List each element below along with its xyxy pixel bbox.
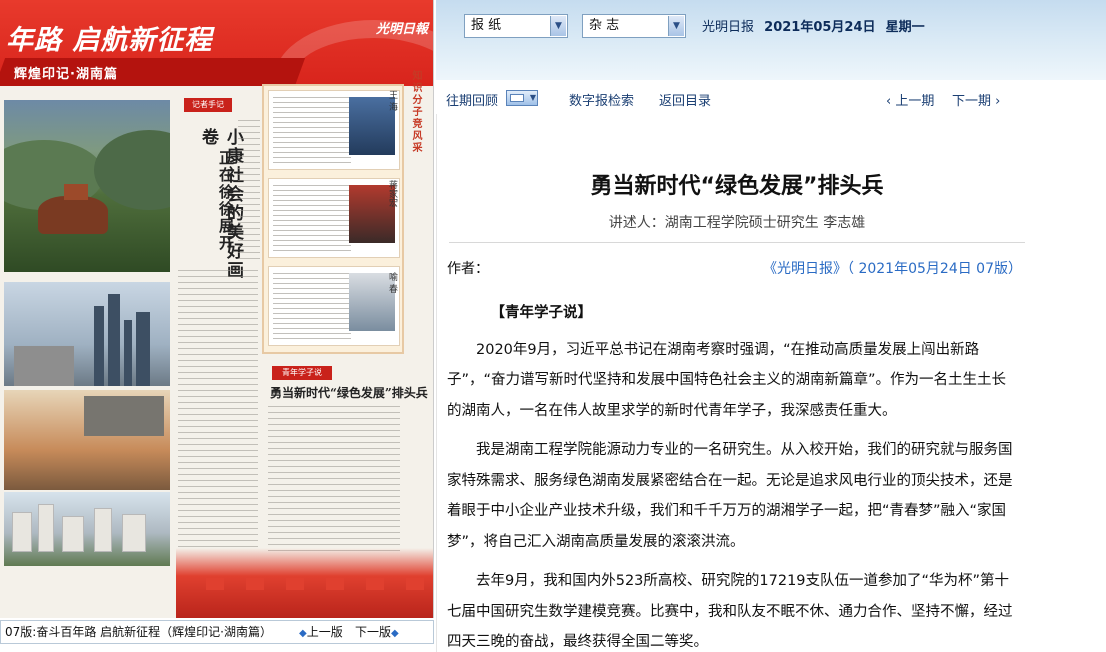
- banner-subtitle: 辉煌印记·湖南篇: [14, 67, 118, 82]
- left-arrow-icon: ◆: [299, 628, 307, 639]
- riverside-photo[interactable]: [4, 492, 170, 566]
- article-title: 勇当新时代“绿色发展”排头兵: [590, 174, 884, 199]
- top-bar: 报 纸 ▼ 杂 志 ▼ 光明日报 2021年05月24日 星期一: [436, 0, 1106, 80]
- figure-card[interactable]: [268, 90, 400, 170]
- calendar-icon: [510, 94, 524, 102]
- article-paragraph: 去年9月，我和国内外523所高校、研究院的17219支队伍一道参加了“华为杯”第…: [447, 573, 1013, 650]
- masthead-logo: 光明日報: [375, 22, 428, 37]
- section-tag: 记者手记: [184, 98, 232, 112]
- figure-name: 喻 春: [387, 272, 397, 293]
- publication-date: 2021年05月24日: [764, 20, 876, 35]
- article-text-column: [268, 406, 400, 556]
- source-link[interactable]: 《光明日报》（ 2021年05月24日 07版）: [763, 258, 1022, 278]
- next-issue-link[interactable]: 下一期 ›: [952, 90, 1000, 109]
- chevron-left-icon: ‹: [886, 94, 896, 109]
- article-paragraph: 2020年9月，习近平总书记在湖南考察时强调，“在推动高质量发展上闯出新路子”，…: [447, 341, 1007, 419]
- figure-card[interactable]: [268, 266, 400, 346]
- back-issues-link[interactable]: 往期回顾: [446, 90, 498, 109]
- right-arrow-icon: ◆: [391, 628, 399, 639]
- chevron-right-icon: ›: [991, 94, 1001, 109]
- publication-name: 光明日报: [702, 20, 755, 35]
- article-content: 勇当新时代“绿色发展”排头兵 讲述人：湖南工程学院硕士研究生 李志雄 作者： 《…: [436, 114, 1106, 652]
- page-name: 07版:奋斗百年路 启航新征程（辉煌印记·湖南篇）: [5, 625, 272, 639]
- chevron-down-icon: ▼: [529, 93, 536, 102]
- digital-search-link[interactable]: 数字报检索: [569, 90, 634, 109]
- article-tag: 青年学子说: [272, 366, 332, 380]
- calendar-button[interactable]: ▼: [506, 90, 538, 106]
- toolbar: 往期回顾 ▼ 数字报检索 返回目录 ‹ 上一期 下一期 ›: [436, 84, 1106, 112]
- city-comparison-photo[interactable]: [4, 390, 170, 490]
- article-headline-thumb: 勇当新时代“绿色发展”排头兵: [270, 386, 428, 400]
- chevron-down-icon[interactable]: ▼: [550, 16, 566, 36]
- figures-panel[interactable]: [262, 84, 404, 354]
- city-skyline-photo[interactable]: [4, 282, 170, 386]
- article-text-column: [178, 270, 258, 550]
- article-subtitle: 讲述人：湖南工程学院硕士研究生 李志雄: [608, 215, 866, 231]
- page-banner: 年路 启航新征程 辉煌印记·湖南篇 光明日報: [0, 0, 433, 86]
- figure-card[interactable]: [268, 178, 400, 258]
- column-side-label: 知识分子竞风采: [410, 70, 421, 154]
- page-root: 年路 启航新征程 辉煌印记·湖南篇 光明日報 记者手记 小康社会的美好画卷 正在…: [0, 0, 1106, 652]
- article-body: 【青年学子说】 2020年9月，习近平总书记在湖南考察时强调，“在推动高质量发展…: [447, 298, 1013, 652]
- reader-panel: 报 纸 ▼ 杂 志 ▼ 光明日报 2021年05月24日 星期一 往期回顾 ▼ …: [436, 0, 1106, 652]
- newspaper-page-image[interactable]: 年路 启航新征程 辉煌印记·湖南篇 光明日報 记者手记 小康社会的美好画卷 正在…: [0, 0, 434, 618]
- prev-page-button[interactable]: ◆上一版: [299, 621, 343, 645]
- chevron-down-icon[interactable]: ▼: [668, 16, 684, 36]
- feature-subtitle: 正在徐徐展开: [217, 150, 235, 252]
- figure-name: 蒋家宏: [387, 180, 397, 207]
- publication-weekday: 星期一: [885, 20, 925, 35]
- next-page-button[interactable]: 下一版◆: [355, 621, 399, 645]
- article-lead: 【青年学子说】: [490, 305, 593, 321]
- magazine-select[interactable]: 杂 志 ▼: [582, 14, 686, 38]
- temple-shape: [38, 196, 108, 234]
- page-navigation-bar: 07版:奋斗百年路 启航新征程（辉煌印记·湖南篇） ◆上一版 下一版◆: [0, 620, 434, 644]
- back-to-contents-link[interactable]: 返回目录: [659, 90, 711, 109]
- divider: [449, 242, 1025, 243]
- author-label: 作者：: [447, 261, 489, 277]
- article-text-column: [238, 120, 260, 260]
- great-wall-graphic: [176, 548, 433, 618]
- newspaper-select[interactable]: 报 纸 ▼: [464, 14, 568, 38]
- highlighted-article-block[interactable]: 青年学子说 勇当新时代“绿色发展”排头兵: [264, 366, 428, 566]
- article-paragraph: 我是湖南工程学院能源动力专业的一名研究生。从入校开始，我们的研究就与服务国家特殊…: [447, 442, 1013, 550]
- publication-info: 光明日报 2021年05月24日 星期一: [702, 16, 925, 35]
- prev-issue-link[interactable]: ‹ 上一期: [886, 90, 934, 109]
- figure-name: 王 海: [387, 90, 397, 111]
- banner-headline: 年路 启航新征程: [6, 25, 213, 56]
- landscape-photo[interactable]: [4, 100, 170, 272]
